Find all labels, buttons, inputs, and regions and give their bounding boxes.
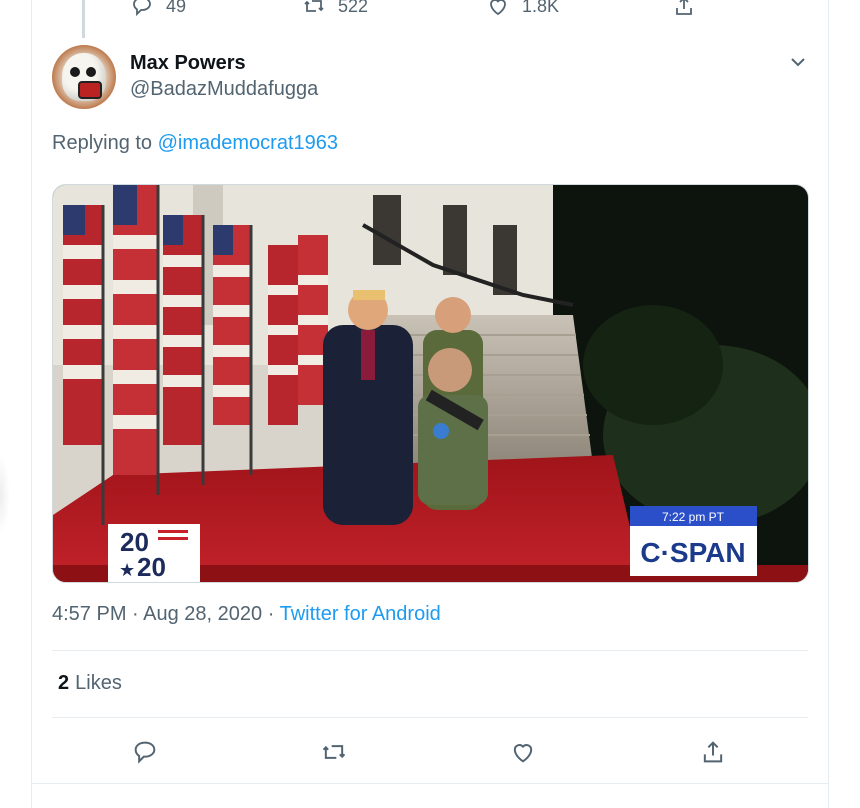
previous-retweet-count: 522 [338,0,369,16]
likes-count: 2 [58,672,70,694]
timeline-border-right [828,0,829,808]
previous-retweet-button[interactable]: 522 [302,0,368,18]
previous-reply-count: 49 [166,0,187,16]
reply-button[interactable] [131,738,159,766]
tweet-time[interactable]: 4:57 PM [52,603,126,625]
replying-prefix: Replying to [52,132,153,154]
share-icon [703,741,723,763]
like-button[interactable] [509,738,537,766]
heart-icon [513,744,533,763]
reply-icon [134,741,156,764]
retweet-icon [304,0,324,12]
meta-separator: · [126,603,144,625]
share-icon [676,0,692,15]
previous-like-button[interactable]: 1.8K [486,0,559,18]
svg-text:★: ★ [119,560,135,581]
previous-like-count: 1.8K [522,0,560,16]
likes-summary[interactable]: 2 Likes [58,672,122,695]
retweet-icon [322,745,346,759]
avatar[interactable] [52,45,116,109]
divider [32,783,828,784]
tweet-media-image[interactable]: 20 20 ★ 7:22 pm PT C·SPAN [52,184,809,583]
avatar-skull-graphic [62,53,106,101]
meta-separator-2: · [262,603,280,625]
tweet-metadata: 4:57 PM · Aug 28, 2020 · Twitter for And… [52,603,441,626]
previous-share-button[interactable] [672,0,696,18]
broadcast-time: 7:22 pm PT [662,510,725,524]
timeline-border-left [31,0,32,808]
share-button[interactable] [699,738,727,766]
heart-icon [490,0,506,16]
author-name[interactable]: Max Powers [130,52,246,75]
event-badge-bottom: 20 [137,552,166,582]
chevron-down-icon[interactable] [786,50,810,74]
previous-tweet-actions: 49 522 1.8K [0,0,860,18]
divider [52,717,808,718]
author-handle[interactable]: @BadazMuddafugga [130,78,318,101]
tweet-date[interactable]: Aug 28, 2020 [143,603,262,625]
edge-shadow [0,455,10,535]
tweet-source[interactable]: Twitter for Android [280,603,441,625]
replying-to: Replying to @imademocrat1963 [52,132,338,155]
reply-icon [133,0,151,17]
likes-label: Likes [75,672,122,694]
previous-reply-button[interactable]: 49 [130,0,186,18]
media-scene: 20 20 ★ 7:22 pm PT C·SPAN [53,185,808,582]
replying-to-mention[interactable]: @imademocrat1963 [158,132,338,154]
broadcast-logo: C·SPAN [640,537,745,568]
retweet-button[interactable] [320,738,348,766]
divider [52,650,808,651]
